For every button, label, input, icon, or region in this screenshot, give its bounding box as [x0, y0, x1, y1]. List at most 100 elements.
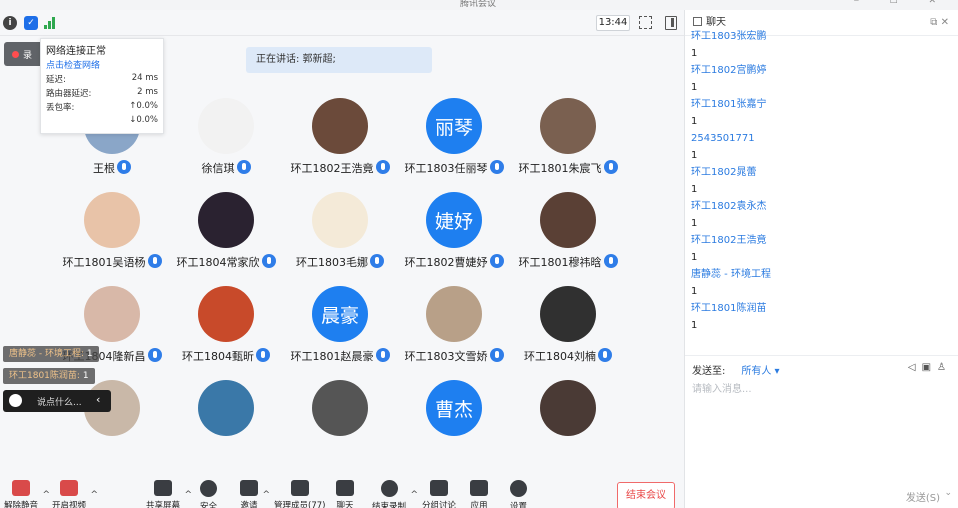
- chevron-up-icon[interactable]: ^: [90, 490, 98, 500]
- image-icon[interactable]: ▣: [922, 362, 937, 373]
- participant-tile[interactable]: 环工1803毛娜: [285, 192, 395, 282]
- participant-tile[interactable]: [285, 380, 395, 470]
- participant-tile[interactable]: 环工1804隆新昌: [57, 286, 167, 376]
- chat-sender[interactable]: 环工1801陈润苗: [691, 300, 953, 317]
- chat-messages: 环工1803张宏鹏 1 环工1802宫鹏婷 1 环工1801张嘉宁 1 2543501771…: [691, 28, 953, 334]
- participant-tile[interactable]: 曹杰: [399, 380, 509, 470]
- window-controls[interactable]: ⎯ ☐ ✕: [854, 0, 950, 6]
- participant-name: 环工1801赵晨豪: [285, 348, 395, 364]
- record-dot-icon: [12, 51, 19, 58]
- fullscreen-icon[interactable]: [639, 16, 652, 29]
- participant-name: 环工1803毛娜: [285, 254, 395, 270]
- layout-toggle-icon[interactable]: [665, 16, 677, 30]
- chat-sender[interactable]: 环工1801张嘉宁: [691, 96, 953, 113]
- chat-button[interactable]: 聊天: [336, 466, 354, 508]
- chat-panel-icon: [693, 17, 702, 26]
- chat-sender[interactable]: 环工1802晁蕾: [691, 164, 953, 181]
- mic-icon: [370, 254, 384, 268]
- participant-avatar: [198, 286, 254, 342]
- send-to-select[interactable]: 所有人 ▾: [741, 366, 779, 377]
- chat-text: 1: [691, 82, 698, 93]
- participant-avatar: 晨豪: [312, 286, 368, 342]
- stop-record-icon: [380, 480, 398, 497]
- chat-text: 1: [691, 252, 698, 263]
- chat-sender[interactable]: 环工1802王浩竟: [691, 232, 953, 249]
- participant-avatar: [312, 380, 368, 436]
- meeting-timer: 13:44: [596, 15, 630, 31]
- breakout-button[interactable]: 分组讨论: [422, 466, 456, 508]
- send-to: 发送至: 所有人 ▾: [692, 366, 780, 377]
- network-stat-row: ↓0.0%: [129, 115, 158, 125]
- participant-tile[interactable]: 徐信琪: [171, 98, 281, 188]
- mic-icon: [256, 348, 270, 362]
- chevron-up-icon[interactable]: ^: [410, 490, 418, 500]
- meeting-top-bar: i ✓ 13:44: [0, 10, 684, 36]
- chat-input[interactable]: 请输入消息...: [692, 380, 752, 395]
- signal-icon[interactable]: [44, 17, 57, 29]
- share-screen-button[interactable]: 共享屏幕 ^: [146, 466, 192, 508]
- participant-tile[interactable]: 环工1804常家欣: [171, 192, 281, 282]
- participant-tile[interactable]: 婕妤 环工1802曹婕妤: [399, 192, 509, 282]
- participant-avatar: [198, 98, 254, 154]
- participant-tile[interactable]: [171, 380, 281, 470]
- participant-tile[interactable]: [513, 380, 623, 470]
- emoji-icon[interactable]: [9, 394, 22, 407]
- start-video-button[interactable]: 开启视频 ^: [52, 466, 98, 508]
- toolbar-label: 安全: [200, 502, 218, 508]
- mic-icon: [603, 254, 618, 268]
- stop-recording-button[interactable]: 结束录制 ^: [372, 466, 418, 508]
- participant-name: 环工1801穆祎晗: [513, 254, 623, 270]
- participant-tile[interactable]: 环工1801朱宸飞: [513, 98, 623, 188]
- network-stat-row: 丢包率: ↑0.0%: [46, 101, 158, 113]
- collapse-chevron-icon[interactable]: ‹: [96, 393, 100, 406]
- chevron-up-icon[interactable]: ^: [42, 490, 50, 500]
- quick-chat-box[interactable]: 说点什么... ‹: [3, 390, 111, 412]
- security-button[interactable]: 安全: [200, 466, 217, 508]
- chat-sender[interactable]: 环工1802宫鹏婷: [691, 62, 953, 79]
- end-meeting-button[interactable]: 结束会议: [617, 482, 675, 508]
- members-icon[interactable]: ♙: [937, 362, 952, 373]
- participant-avatar: [540, 286, 596, 342]
- send-options-chevron-icon[interactable]: ⌄: [944, 488, 952, 498]
- participant-tile[interactable]: 环工1802王浩竟: [285, 98, 395, 188]
- chat-title: 聊天: [706, 17, 726, 28]
- chat-sender[interactable]: 唐静蕊 - 环境工程: [691, 266, 953, 283]
- participant-name: 环工1803任丽琴: [399, 160, 509, 176]
- participant-tile[interactable]: 环工1801穆祎晗: [513, 192, 623, 282]
- invite-button[interactable]: 邀请 ^: [240, 466, 270, 508]
- participant-avatar: [312, 98, 368, 154]
- shield-icon[interactable]: ✓: [24, 16, 38, 30]
- mic-icon: [375, 348, 390, 362]
- mic-icon: [375, 160, 390, 174]
- chevron-up-icon[interactable]: ^: [262, 490, 270, 500]
- quick-chat-input[interactable]: 说点什么...: [37, 395, 82, 408]
- participant-tile[interactable]: 晨豪环工1801赵晨豪: [285, 286, 395, 376]
- mic-icon: [489, 160, 504, 174]
- mic-icon: [261, 254, 276, 268]
- gear-icon: [510, 480, 527, 497]
- info-icon[interactable]: i: [3, 16, 17, 30]
- participant-tile[interactable]: 环工1804甄昕: [171, 286, 281, 376]
- chevron-up-icon[interactable]: ^: [184, 490, 192, 500]
- check-network-link[interactable]: 点击检查网络: [46, 58, 158, 71]
- participant-avatar: [198, 192, 254, 248]
- chat-sender[interactable]: 环工1803张宏鹏: [691, 28, 953, 45]
- apps-icon: [470, 480, 488, 496]
- apps-button[interactable]: 应用: [470, 466, 488, 508]
- chat-message: 环工1802袁永杰 1: [691, 198, 953, 232]
- chat-sender[interactable]: 环工1802袁永杰: [691, 198, 953, 215]
- participant-tile[interactable]: 环工1803文雪娇: [399, 286, 509, 376]
- send-button[interactable]: 发送(S): [906, 489, 940, 504]
- toolbar-label: 分组讨论: [422, 501, 457, 508]
- participant-tile[interactable]: 环工1801吴语杨: [57, 192, 167, 282]
- participant-tile[interactable]: 环工1804刘楠: [513, 286, 623, 376]
- chat-sender[interactable]: 2543501771: [691, 130, 953, 147]
- participant-avatar: [312, 192, 368, 248]
- screenshot-icon[interactable]: ◁: [908, 362, 922, 373]
- chat-text: 1: [691, 184, 698, 195]
- unmute-button[interactable]: 解除静音 ^: [4, 466, 50, 508]
- manage-members-button[interactable]: 管理成员(77): [274, 466, 325, 508]
- participant-tile[interactable]: 丽琴 环工1803任丽琴: [399, 98, 509, 188]
- settings-button[interactable]: 设置: [510, 466, 527, 508]
- recording-indicator[interactable]: 录: [4, 42, 44, 66]
